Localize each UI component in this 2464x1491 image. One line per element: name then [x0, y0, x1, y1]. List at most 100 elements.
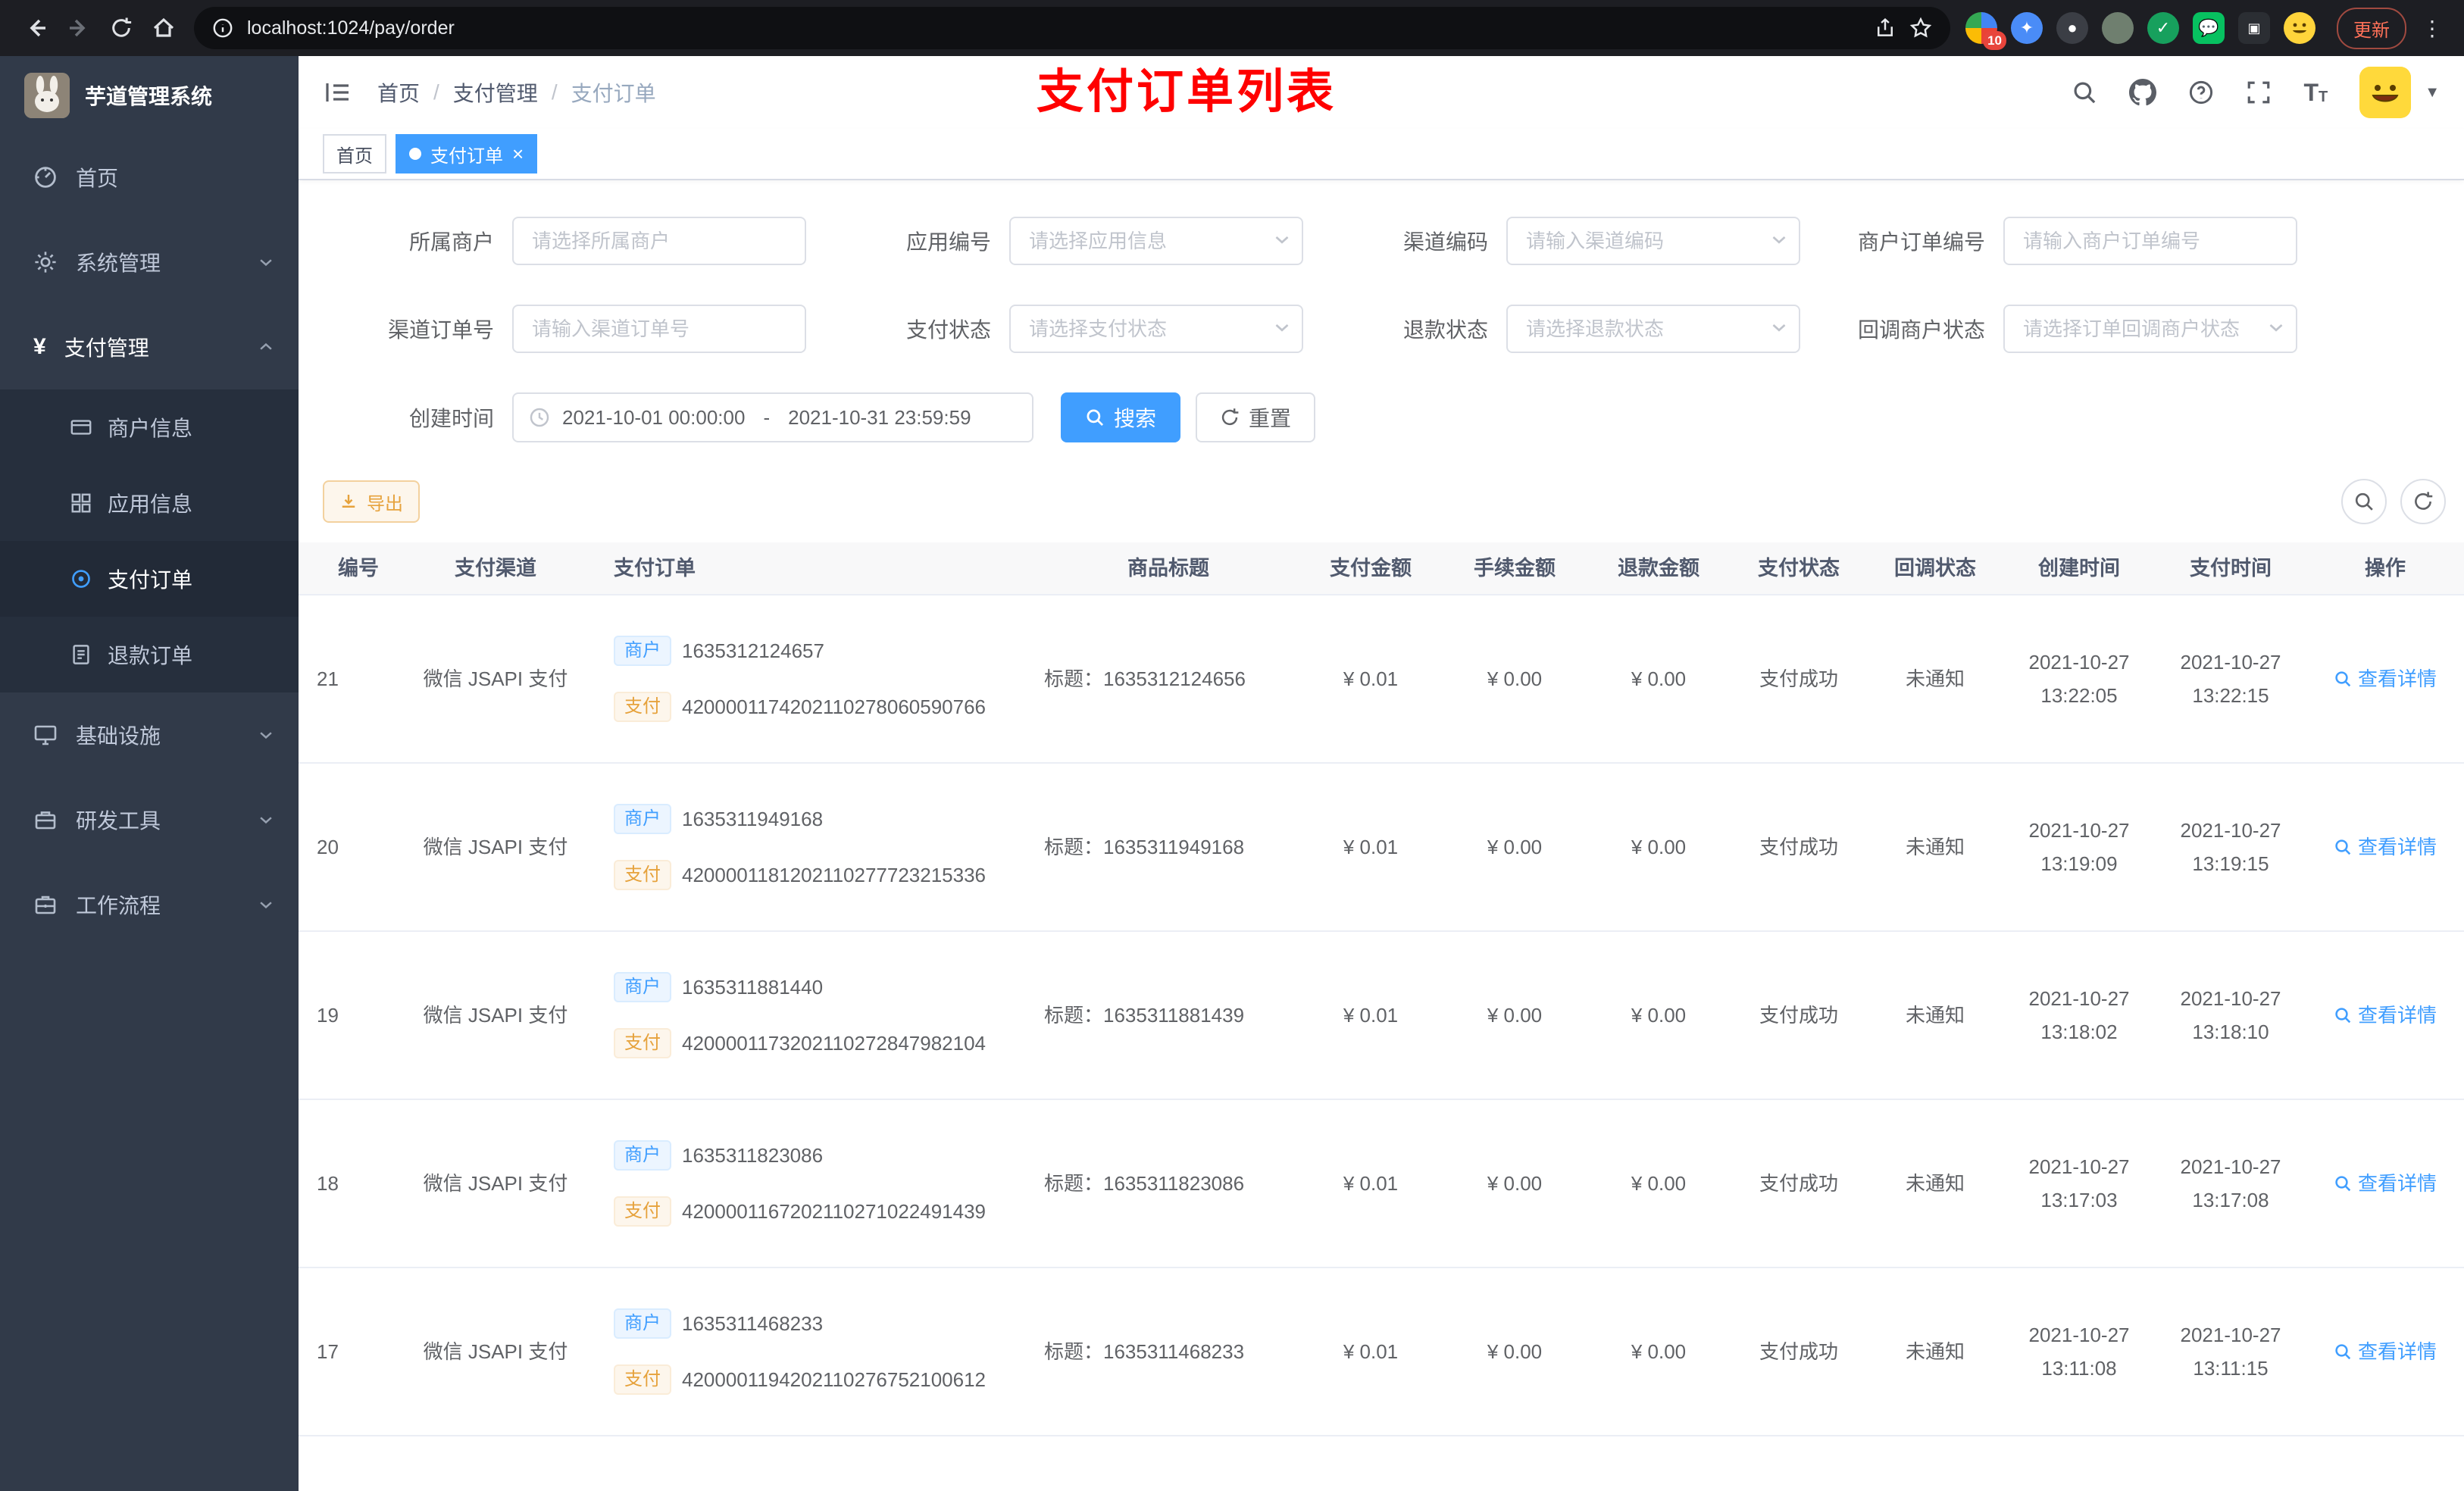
sidebar-item-label: 支付管理	[64, 336, 149, 360]
pay-status-select[interactable]	[1009, 305, 1303, 353]
pay-no: 4200001194202110276752100612	[682, 1368, 987, 1391]
fullscreen-icon[interactable]	[2246, 80, 2272, 105]
header-refund: 退款金额	[1618, 557, 1699, 580]
breadcrumb-pay-manage[interactable]: 支付管理	[453, 77, 538, 108]
sidebar-item-merchant-info[interactable]: 商户信息	[0, 389, 299, 465]
breadcrumb: 首页 / 支付管理 / 支付订单	[377, 77, 656, 108]
chevron-down-icon	[258, 727, 274, 743]
tab-pay-order[interactable]: 支付订单 ×	[396, 134, 538, 173]
sidebar-collapse-icon[interactable]	[323, 77, 353, 108]
extension-puzzle-icon[interactable]: ▣	[2238, 12, 2270, 44]
cell-title: 标题：1635311823086	[1044, 1172, 1245, 1195]
browser-menu-icon[interactable]: ⋮	[2416, 16, 2449, 41]
avatar-caret-icon[interactable]: ▼	[2425, 84, 2440, 102]
extension-dark-icon[interactable]: ●	[2056, 12, 2088, 44]
breadcrumb-home[interactable]: 首页	[377, 77, 420, 108]
sidebar-item-workflow[interactable]: 工作流程	[0, 862, 299, 947]
sidebar-item-infra[interactable]: 基础设施	[0, 692, 299, 777]
chevron-down-icon	[258, 254, 274, 270]
filter-row-1: 所属商户 应用编号 渠道编码	[323, 217, 2464, 265]
extension-blue-icon[interactable]: ✦	[2011, 12, 2043, 44]
font-size-icon[interactable]: TT	[2303, 80, 2328, 105]
extension-wechat-icon[interactable]: 💬	[2193, 12, 2225, 44]
bookmark-star-icon[interactable]	[1909, 17, 1932, 39]
extension-colorful-icon[interactable]: 10	[1965, 12, 2006, 50]
create-time-label: 创建时间	[408, 407, 494, 430]
site-info-icon[interactable]	[212, 17, 233, 39]
merchant-input[interactable]	[512, 217, 806, 265]
cell-create-time: 2021-10-27 13:19:09	[2028, 819, 2130, 875]
view-detail-link[interactable]: 查看详情	[2334, 830, 2437, 864]
export-button[interactable]: 导出	[323, 480, 420, 523]
sidebar-item-payment[interactable]: ¥ 支付管理	[0, 305, 299, 389]
cell-pay-order: 商户 1635311949168 支付 4200001181202110277723…	[602, 764, 1041, 930]
app-id-select[interactable]	[1009, 217, 1303, 265]
extension-green-check-icon[interactable]: ✓	[2147, 12, 2179, 44]
sidebar-item-label: 系统管理	[76, 252, 161, 275]
merchant-no: 1635311881440	[682, 976, 824, 999]
search-icon[interactable]	[2072, 80, 2097, 105]
pay-no: 4200001167202110271022491439	[682, 1200, 987, 1223]
sidebar-item-pay-order[interactable]: 支付订单	[0, 541, 299, 617]
cell-refund: ¥ 0.00	[1631, 1172, 1687, 1195]
yen-icon: ¥	[33, 334, 46, 359]
sidebar-item-system[interactable]: 系统管理	[0, 220, 299, 305]
cell-status: 支付成功	[1759, 1340, 1838, 1363]
user-avatar[interactable]	[2359, 67, 2412, 118]
cell-fee: ¥ 0.00	[1487, 836, 1543, 858]
close-icon[interactable]: ×	[512, 144, 524, 164]
channel-code-select[interactable]	[1506, 217, 1800, 265]
cell-pay-time: 2021-10-27 13:17:08	[2180, 1155, 2281, 1211]
channel-order-no-input[interactable]	[512, 305, 806, 353]
refund-status-label: 退款状态	[1402, 318, 1488, 342]
table-row: 20 微信 JSAPI 支付 商户 1635311949168 支付 4200001…	[299, 764, 2464, 932]
cell-fee: ¥ 0.00	[1487, 667, 1543, 690]
browser-back-button[interactable]	[15, 7, 58, 49]
sidebar-item-home[interactable]: 首页	[0, 135, 299, 220]
monitor-icon	[33, 723, 58, 747]
view-detail-link[interactable]: 查看详情	[2334, 662, 2437, 695]
share-icon[interactable]	[1875, 17, 1896, 39]
profile-emoji-icon[interactable]	[2284, 12, 2315, 44]
notify-status-select[interactable]	[2003, 305, 2297, 353]
header-title: 商品标题	[1127, 557, 1209, 580]
sidebar-item-refund-order[interactable]: 退款订单	[0, 617, 299, 692]
tab-home[interactable]: 首页	[323, 134, 386, 173]
extension-olive-icon[interactable]	[2102, 12, 2134, 44]
merchant-order-no-input[interactable]	[2003, 217, 2297, 265]
reset-button[interactable]: 重置	[1196, 392, 1316, 442]
header-fee: 手续金额	[1474, 557, 1556, 580]
app-logo: 芋道管理系统	[0, 56, 299, 135]
pay-status-label: 支付状态	[905, 318, 991, 342]
refund-status-select[interactable]	[1506, 305, 1800, 353]
cell-pay-order: 商户 1635311881440 支付 4200001173202110272847…	[602, 932, 1041, 1099]
refresh-table-button[interactable]	[2400, 479, 2446, 524]
table-toolbar: 导出	[323, 479, 2446, 524]
chevron-down-icon	[258, 811, 274, 828]
view-detail-link[interactable]: 查看详情	[2334, 1167, 2437, 1200]
cell-pay-time: 2021-10-27 13:22:15	[2180, 651, 2281, 707]
table-row: 17 微信 JSAPI 支付 商户 1635311468233 支付 4200001…	[299, 1268, 2464, 1436]
card-icon	[70, 416, 92, 439]
help-icon[interactable]	[2188, 80, 2214, 105]
search-button[interactable]: 搜索	[1061, 392, 1181, 442]
browser-forward-button[interactable]	[58, 7, 100, 49]
cell-refund: ¥ 0.00	[1631, 1004, 1687, 1027]
toggle-search-button[interactable]	[2341, 479, 2387, 524]
sidebar-item-devtools[interactable]: 研发工具	[0, 777, 299, 862]
browser-update-button[interactable]: 更新	[2337, 7, 2406, 49]
create-time-range-picker[interactable]: 2021-10-01 00:00:00 - 2021-10-31 23:59:5…	[512, 392, 1033, 442]
notify-status-label: 回调商户状态	[1857, 318, 1985, 342]
sidebar-item-label: 研发工具	[76, 809, 161, 833]
github-icon[interactable]	[2129, 79, 2157, 106]
sidebar-item-app-info[interactable]: 应用信息	[0, 465, 299, 541]
view-detail-link[interactable]: 查看详情	[2334, 999, 2437, 1032]
view-detail-link[interactable]: 查看详情	[2334, 1335, 2437, 1368]
browser-refresh-button[interactable]	[100, 7, 142, 49]
gear-icon	[33, 250, 58, 274]
browser-home-button[interactable]	[142, 7, 185, 49]
page-content: 所属商户 应用编号 渠道编码	[299, 180, 2464, 1491]
cell-amount: ¥ 0.01	[1343, 1340, 1399, 1363]
url-bar[interactable]: localhost:1024/pay/order	[194, 7, 1950, 49]
cell-create-time: 2021-10-27 13:22:05	[2028, 651, 2130, 707]
